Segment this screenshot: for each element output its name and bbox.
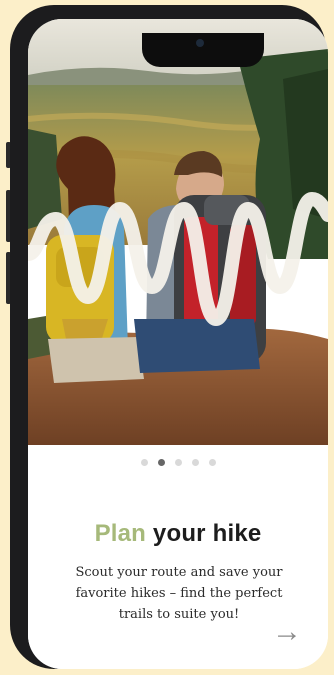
description-text: Scout your route and save your favorite … (75, 565, 283, 622)
notch (142, 33, 264, 67)
phone-frame: Plan your hike Scout your route and save… (10, 5, 328, 669)
hero-image (28, 19, 328, 445)
next-arrow-icon[interactable]: → (272, 617, 302, 647)
page-dot-1[interactable] (140, 459, 148, 466)
onboarding-screen: Plan your hike Scout your route and save… (28, 19, 328, 669)
onboarding-content: Plan your hike Scout your route and save… (28, 445, 328, 669)
page-dot-5[interactable] (208, 459, 216, 466)
page-indicator (28, 459, 328, 466)
page-dot-4[interactable] (191, 459, 199, 466)
page-dot-3[interactable] (174, 459, 182, 466)
page-dot-2[interactable] (157, 459, 165, 466)
camera-icon (196, 39, 204, 47)
title-accent: Plan (94, 520, 147, 547)
title-rest: your hike (146, 520, 262, 547)
page-title: Plan your hike (28, 520, 328, 548)
